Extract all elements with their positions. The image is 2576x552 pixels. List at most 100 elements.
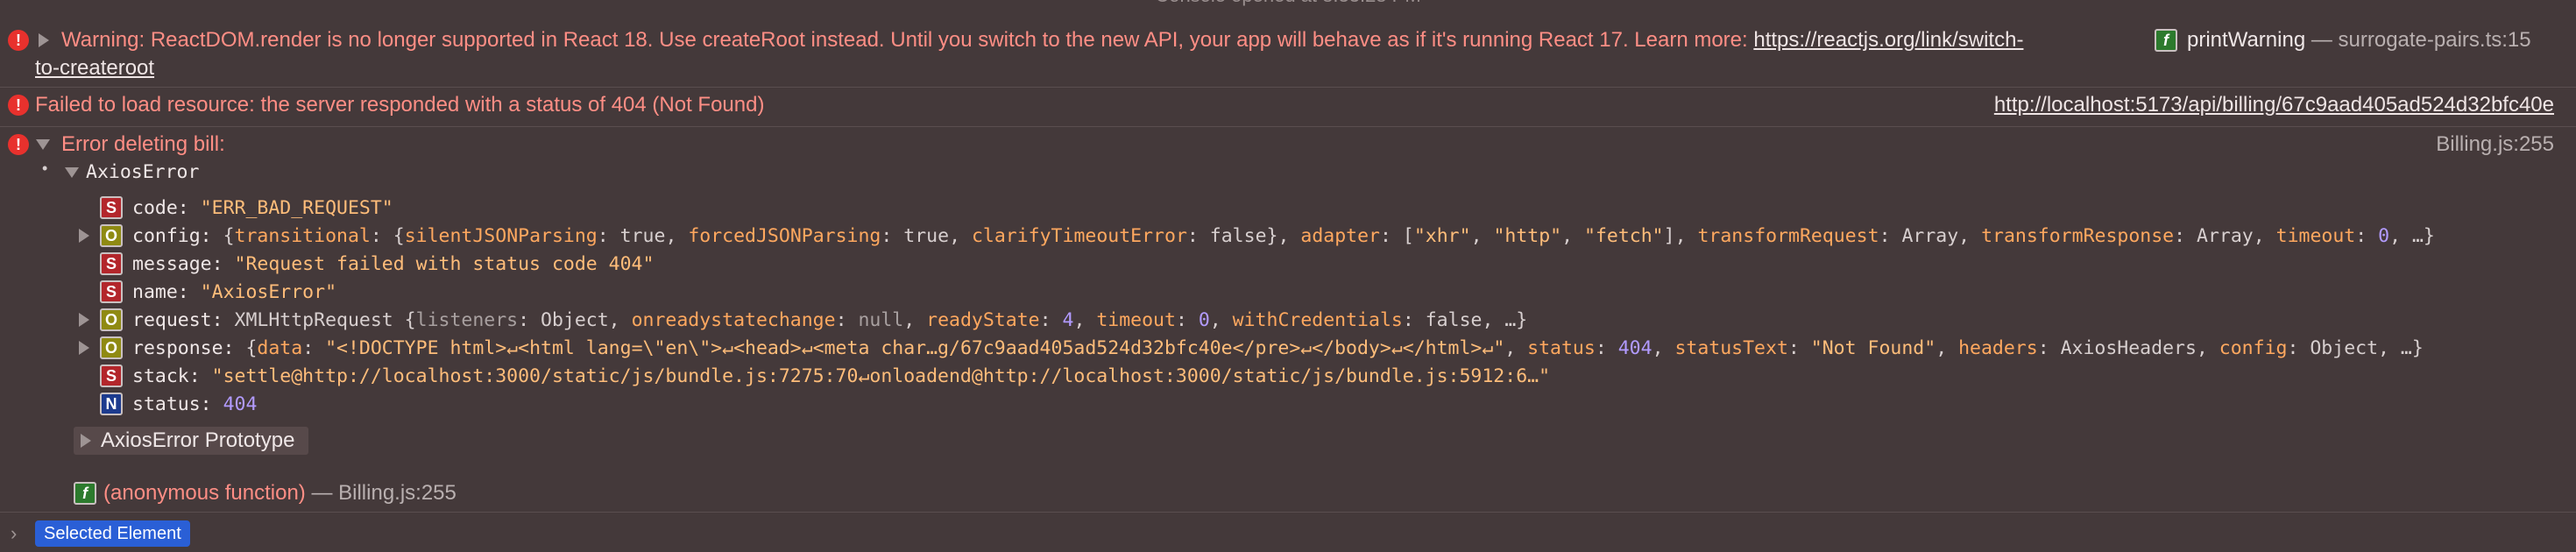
preview-token: , …} [2389, 225, 2435, 247]
prop-message[interactable]: message: "Request failed with status cod… [132, 253, 654, 275]
expand-triangle-icon[interactable] [79, 313, 89, 327]
prop-key: name: [132, 281, 189, 303]
preview-token: , [1936, 337, 1959, 359]
warning-message: Warning: ReactDOM.render is no longer su… [61, 28, 2023, 53]
number-type-icon: N [100, 393, 123, 415]
prop-key: stack: [132, 365, 201, 387]
preview-token: , [1561, 225, 1585, 247]
preview-token: : [881, 225, 904, 247]
prop-status[interactable]: status: 404 [132, 393, 257, 415]
preview-token: , [903, 309, 927, 331]
expand-triangle-icon[interactable] [39, 33, 49, 47]
preview-token: , [665, 225, 689, 247]
collapse-triangle-icon[interactable] [36, 139, 50, 150]
preview-token: : Object, …} [2287, 337, 2424, 359]
console-error-row[interactable]: ! Failed to load resource: the server re… [0, 89, 2576, 124]
prop-code[interactable]: code: "ERR_BAD_REQUEST" [132, 197, 393, 219]
warning-source-location[interactable]: — surrogate-pairs.ts:15 [2311, 28, 2531, 52]
error-icon: ! [8, 134, 29, 155]
preview-token: statusText [1674, 337, 1788, 359]
preview-token: , [1504, 337, 1528, 359]
preview-token: data [257, 337, 303, 359]
preview-token: timeout [2275, 225, 2356, 247]
warning-text: Warning: ReactDOM.render is no longer su… [61, 28, 1754, 52]
string-type-icon: S [100, 252, 123, 275]
preview-token: , …} [1482, 309, 1528, 331]
error-group-source[interactable]: Billing.js:255 [2436, 132, 2554, 157]
preview-token: silentJSONParsing [404, 225, 598, 247]
failed-load-url[interactable]: http://localhost:5173/api/billing/67c9aa… [1994, 93, 2554, 117]
anon-function-row[interactable]: (anonymous function) — Billing.js:255 [103, 481, 456, 506]
string-type-icon: S [100, 280, 123, 303]
expand-triangle-icon[interactable] [79, 229, 89, 243]
prop-key: config: [132, 225, 212, 247]
anon-function-source[interactable]: — Billing.js:255 [311, 481, 456, 505]
preview-token: : [ [1379, 225, 1414, 247]
prop-key: response: [132, 337, 235, 359]
preview-token: onreadystatechange [631, 309, 836, 331]
chevron-right-icon[interactable]: › [11, 522, 17, 545]
error-group-title[interactable]: Error deleting bill: [61, 132, 225, 157]
warning-source[interactable]: printWarning — surrogate-pairs.ts:15 [2187, 28, 2531, 53]
preview-token: readyState [926, 309, 1040, 331]
collapse-triangle-icon[interactable] [65, 167, 79, 178]
bullet: • [42, 159, 48, 177]
anon-function-name[interactable]: (anonymous function) [103, 481, 306, 505]
warning-function-name[interactable]: printWarning [2187, 28, 2305, 52]
prop-name[interactable]: name: "AxiosError" [132, 281, 336, 303]
preview-token: : [1175, 309, 1199, 331]
prototype-label[interactable]: AxiosError Prototype [101, 428, 294, 453]
preview-token: false [1425, 309, 1483, 331]
warning-link[interactable]: https://reactjs.org/link/switch- [1753, 28, 2023, 52]
prop-value: "AxiosError" [200, 281, 337, 303]
expand-triangle-icon[interactable] [81, 434, 91, 448]
object-type-icon: O [100, 336, 123, 359]
preview-token: true [903, 225, 950, 247]
preview-token: "fetch" [1584, 225, 1664, 247]
preview-token: : { [370, 225, 405, 247]
preview-token: : [1787, 337, 1811, 359]
error-icon: ! [8, 30, 29, 51]
axios-error-object[interactable]: AxiosError [86, 161, 199, 183]
object-type-icon: O [100, 224, 123, 247]
warning-link-continued[interactable]: to-createroot [35, 56, 154, 81]
prop-value: 404 [223, 393, 258, 415]
preview-token: 404 [1617, 337, 1652, 359]
divider [0, 87, 2576, 88]
preview-token: : [1595, 337, 1618, 359]
expand-triangle-icon[interactable] [79, 341, 89, 355]
preview-token: "http" [1493, 225, 1562, 247]
prop-response[interactable]: response: {data: "<!DOCTYPE html>↵<html … [132, 337, 2424, 359]
preview-token: { [245, 337, 258, 359]
divider [0, 512, 2576, 513]
preview-token: "Not Found" [1810, 337, 1936, 359]
warning-link-part2[interactable]: to-createroot [35, 56, 154, 80]
preview-token: , [1470, 225, 1494, 247]
preview-token: status [1527, 337, 1596, 359]
divider [0, 126, 2576, 127]
preview-token: false [1209, 225, 1267, 247]
preview-token: : AxiosHeaders, [2037, 337, 2219, 359]
prop-key: message: [132, 253, 223, 275]
preview-token: : Object, [518, 309, 632, 331]
preview-token: transformResponse [1981, 225, 2175, 247]
prop-request[interactable]: request: XMLHttpRequest {listeners: Obje… [132, 309, 1527, 331]
console-warning-row[interactable]: ! Warning: ReactDOM.render is no longer … [0, 19, 2576, 81]
selected-element-badge[interactable]: Selected Element [35, 520, 190, 547]
preview-token: { [223, 225, 235, 247]
prop-config[interactable]: config: {transitional: {silentJSONParsin… [132, 225, 2435, 247]
prop-preview: {transitional: {silentJSONParsing: true,… [223, 225, 2435, 247]
preview-token: : [835, 309, 859, 331]
prop-stack[interactable]: stack: "settle@http://localhost:3000/sta… [132, 365, 1550, 387]
function-icon: f [74, 482, 96, 505]
preview-token: 4 [1062, 309, 1074, 331]
preview-token: adapter [1300, 225, 1380, 247]
prop-preview: XMLHttpRequest {listeners: Object, onrea… [235, 309, 1528, 331]
preview-token: : [1186, 225, 1210, 247]
preview-token: : [2355, 225, 2379, 247]
preview-token: , [1652, 337, 1675, 359]
preview-token: , [949, 225, 972, 247]
object-type-icon: O [100, 308, 123, 331]
preview-token: , [1073, 309, 1097, 331]
preview-token: , [1209, 309, 1233, 331]
